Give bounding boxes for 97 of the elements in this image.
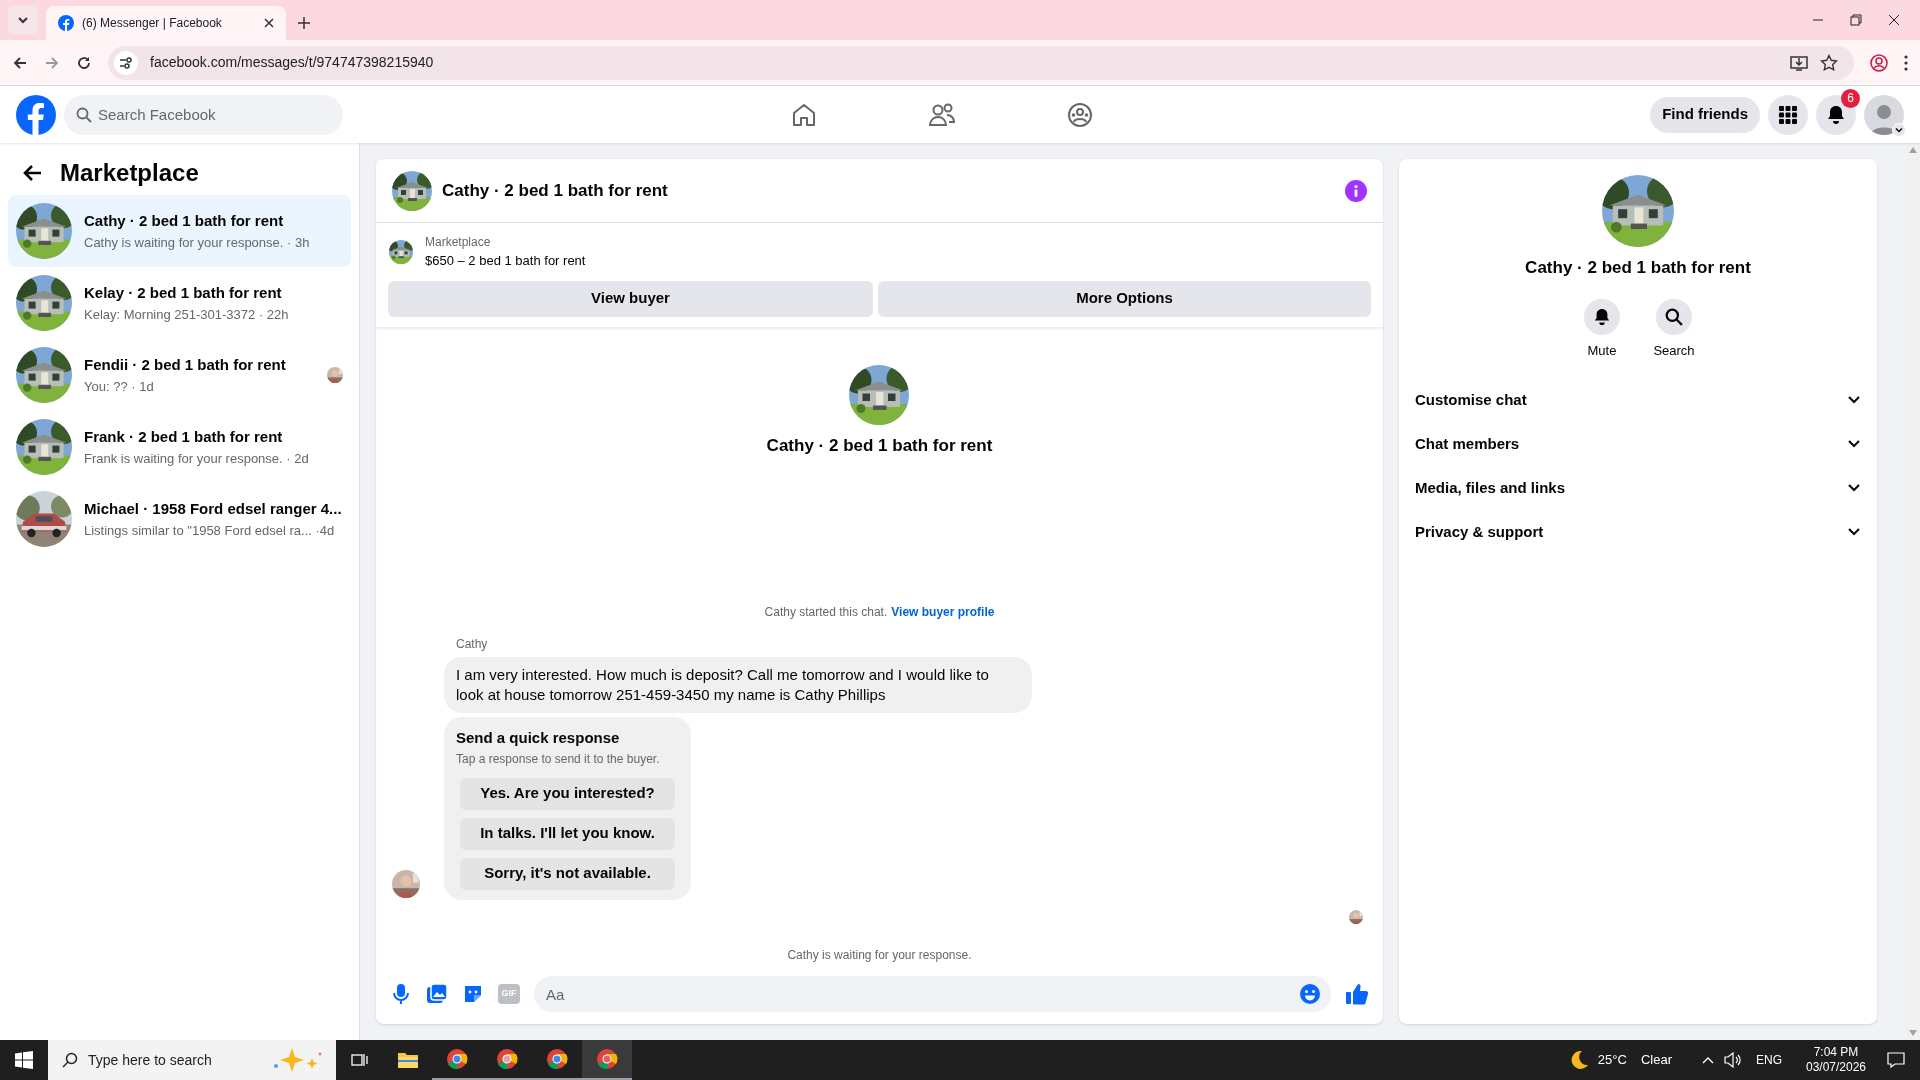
quick-response-title: Send a quick response: [456, 728, 621, 748]
conversation-item[interactable]: Kelay · 2 bed 1 bath for rent Kelay: Morning 251-301-3372 · 22h: [8, 267, 351, 339]
section-label: Chat members: [1415, 433, 1521, 454]
task-view-icon[interactable]: [351, 1052, 369, 1068]
folder-icon[interactable]: [397, 1051, 419, 1069]
browser-icon[interactable]: [496, 1048, 518, 1070]
facebook-icon: [58, 15, 74, 31]
browser-icon[interactable]: [596, 1048, 618, 1070]
search-icon: [62, 1052, 78, 1068]
chevron-up-icon[interactable]: [1702, 1056, 1714, 1064]
quick-response-option[interactable]: In talks. I'll let you know.: [460, 817, 675, 850]
tab-list-button[interactable]: [8, 6, 38, 34]
conversation-item[interactable]: Michael · 1958 Ford edsel ranger 4... Listings similar to "1958 Ford edsel ra... ·4d: [8, 483, 351, 555]
conversation-preview: Frank is waiting for your response. · 2d: [84, 449, 310, 468]
status-text: Cathy is waiting for your response.: [787, 946, 972, 964]
restore-icon[interactable]: [1850, 14, 1862, 26]
notification-count: 6: [1841, 88, 1860, 108]
profile-icon[interactable]: [1870, 53, 1888, 72]
details-section[interactable]: Chat members: [1415, 422, 1861, 466]
conversation-title: Cathy · 2 bed 1 bath for rent: [84, 211, 285, 231]
time-text: 7:04 PM: [1813, 1045, 1859, 1060]
search-field[interactable]: Search Facebook: [64, 94, 343, 135]
windows-start-icon[interactable]: [15, 1051, 33, 1069]
tab-title: (6) Messenger | Facebook: [82, 15, 223, 32]
menu-icon[interactable]: [1768, 94, 1808, 135]
section-label: Privacy & support: [1415, 521, 1545, 542]
browser-icon[interactable]: [446, 1048, 468, 1070]
close-icon[interactable]: [1888, 14, 1900, 26]
sidebar-title: Marketplace: [60, 158, 199, 188]
conversation-item[interactable]: Cathy · 2 bed 1 bath for rent Cathy is waiting for your response. · 3h: [8, 195, 351, 267]
conversation-item[interactable]: Fendii · 2 bed 1 bath for rent You: ?? · 1d: [8, 339, 351, 411]
emoji-icon[interactable]: [1299, 983, 1321, 1005]
info-icon[interactable]: [1345, 179, 1367, 202]
star-icon[interactable]: [1820, 53, 1838, 72]
url-text: facebook.com/messages/t/974747398215940: [150, 53, 435, 72]
conversation-item[interactable]: Frank · 2 bed 1 bath for rent Frank is waiting for your response. · 2d: [8, 411, 351, 483]
temperature: 25°C: [1597, 1051, 1627, 1070]
conversation-title: Frank · 2 bed 1 bath for rent: [84, 427, 284, 447]
notifications-icon[interactable]: [1816, 94, 1856, 135]
close-icon[interactable]: [264, 18, 274, 28]
find-friends-button[interactable]: Find friends: [1650, 96, 1760, 133]
weather-text: Clear: [1640, 1051, 1672, 1070]
language-indicator[interactable]: ENG: [1756, 1051, 1782, 1069]
sender-name: Cathy: [456, 636, 489, 653]
search-icon: [76, 106, 92, 123]
message-field[interactable]: Aa: [534, 976, 1331, 1012]
forward-icon[interactable]: [44, 54, 60, 71]
quick-response-option[interactable]: Sorry, it's not available.: [460, 857, 675, 890]
details-section[interactable]: Customise chat: [1415, 378, 1861, 422]
site-info-icon[interactable]: [114, 50, 138, 75]
browser-tab[interactable]: (6) Messenger | Facebook: [46, 6, 286, 40]
details-section[interactable]: Privacy & support: [1415, 510, 1861, 554]
section-label: Media, files and links: [1415, 477, 1567, 498]
details-title: Cathy · 2 bed 1 bath for rent: [1525, 257, 1751, 279]
facebook-logo-icon[interactable]: [16, 94, 56, 135]
view-buyer-button[interactable]: View buyer: [388, 280, 873, 317]
conversation-preview: Listings similar to "1958 Ford edsel ra... ·4d: [84, 521, 336, 540]
listing-label: Marketplace: [425, 234, 492, 251]
sticker-icon[interactable]: [462, 983, 484, 1005]
install-app-icon[interactable]: [1790, 53, 1808, 72]
conversation-title: Fendii · 2 bed 1 bath for rent: [84, 355, 287, 375]
view-buyer-profile-link[interactable]: View buyer profile: [891, 603, 995, 621]
date-text: 03/07/2026: [1805, 1060, 1867, 1075]
more-options-button[interactable]: More Options: [878, 280, 1371, 317]
clock[interactable]: 7:04 PM 03/07/2026: [1800, 1045, 1872, 1075]
conversation-preview: Cathy is waiting for your response. · 3h: [84, 233, 311, 252]
section-label: Customise chat: [1415, 389, 1528, 410]
quick-response-hint: Tap a response to send it to the buyer.: [456, 750, 661, 768]
conversation-preview: Kelay: Morning 251-301-3372 · 22h: [84, 305, 290, 324]
message-bubble: I am very interested. How much is deposit? Call me tomorrow and I would like to look at house tomorrow 251-459-3450 my name is Cathy Phillips: [444, 657, 1032, 713]
chat-started-text: Cathy started this chat.: [764, 604, 888, 621]
address-bar[interactable]: facebook.com/messages/t/974747398215940: [108, 45, 1854, 80]
chat-title: Cathy · 2 bed 1 bath for rent: [442, 179, 669, 202]
search-icon[interactable]: [1656, 298, 1692, 335]
quick-response-option[interactable]: Yes. Are you interested?: [460, 777, 675, 810]
microphone-icon[interactable]: [390, 983, 412, 1005]
browser-icon[interactable]: [546, 1048, 568, 1070]
image-icon[interactable]: [426, 983, 448, 1005]
conversation-title: Michael · 1958 Ford edsel ranger 4...: [84, 499, 343, 519]
volume-icon[interactable]: [1724, 1052, 1742, 1068]
bell-icon[interactable]: [1584, 298, 1620, 335]
chevron-down-icon: [17, 14, 29, 26]
thumbs-up-icon[interactable]: [1345, 982, 1369, 1006]
notifications-icon[interactable]: [1887, 1051, 1905, 1069]
more-icon[interactable]: [1904, 54, 1908, 71]
listing-title: $650 – 2 bed 1 bath for rent: [425, 252, 586, 270]
conversation-preview: You: ?? · 1d: [84, 377, 155, 396]
action-label: Mute: [1587, 341, 1617, 360]
taskbar-search-field[interactable]: Type here to search: [48, 1040, 336, 1080]
back-icon[interactable]: [22, 164, 42, 182]
reload-icon[interactable]: [76, 54, 92, 71]
new-tab-icon[interactable]: [298, 17, 310, 29]
back-icon[interactable]: [12, 54, 28, 71]
action-label: Search: [1653, 341, 1695, 360]
conversation-heading: Cathy · 2 bed 1 bath for rent: [766, 434, 993, 457]
conversation-title: Kelay · 2 bed 1 bath for rent: [84, 283, 283, 303]
details-section[interactable]: Media, files and links: [1415, 466, 1861, 510]
